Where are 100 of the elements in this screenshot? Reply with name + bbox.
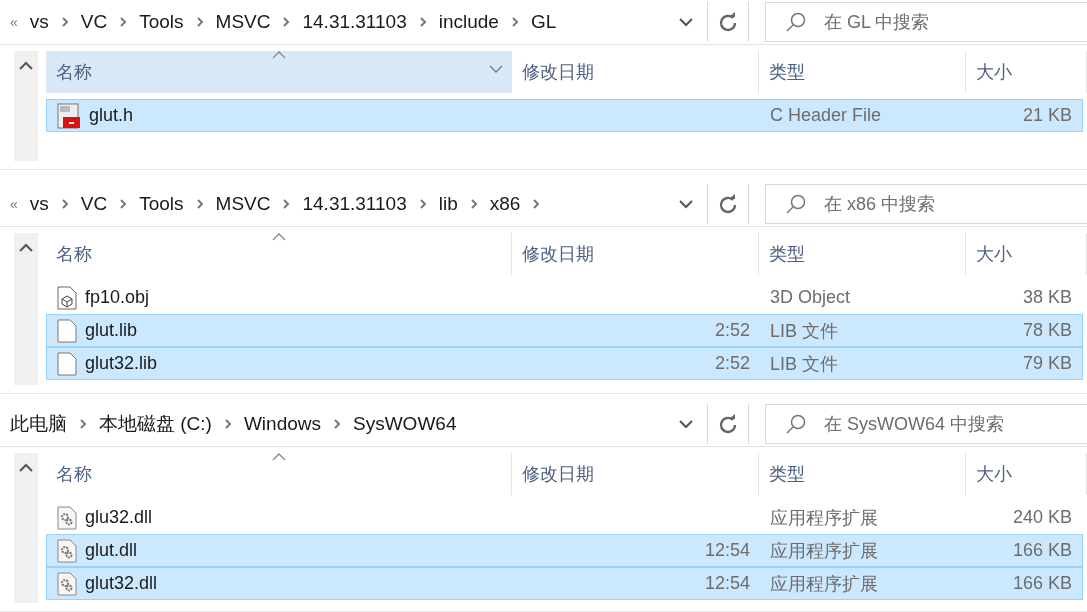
scroll-up-icon[interactable] xyxy=(19,463,33,473)
type-cell-text: LIB 文件 xyxy=(770,352,839,376)
chevron-right-icon xyxy=(119,198,128,211)
breadcrumb-item[interactable]: vs xyxy=(29,193,49,216)
type-cell: C Header File xyxy=(770,105,882,126)
gear-file-icon xyxy=(57,571,77,596)
file-row[interactable]: glut.lib 2:52 LIB 文件 78 KB xyxy=(46,314,1083,348)
refresh-icon xyxy=(718,194,738,215)
chevron-right-icon xyxy=(223,418,232,431)
chevron-right-icon xyxy=(195,198,204,211)
type-cell-text: 应用程序扩展 xyxy=(770,572,878,596)
column-header[interactable]: 名称 xyxy=(46,233,512,276)
file-row[interactable]: glu32.dll 应用程序扩展 240 KB xyxy=(46,501,1083,535)
chevron-down-icon xyxy=(679,419,693,429)
column-header[interactable]: 类型 xyxy=(759,453,966,496)
address-bar[interactable]: 此电脑 本地磁盘 (C:) Windows SysWOW64 xyxy=(0,404,708,445)
chevron-right-icon xyxy=(60,198,69,211)
chevron-right-icon xyxy=(195,16,204,28)
address-bar[interactable]: « vs VC Tools MSVC 14.31.31103 include GL xyxy=(0,2,708,42)
breadcrumb-item[interactable]: MSVC xyxy=(215,11,271,33)
column-header[interactable]: 大小 xyxy=(966,453,1087,496)
date-cell: 2:52 xyxy=(714,353,750,375)
breadcrumb-item[interactable]: vs xyxy=(29,11,49,33)
breadcrumb-item[interactable]: SysWOW64 xyxy=(353,413,457,436)
breadcrumb-item[interactable]: Tools xyxy=(139,193,184,216)
column-header[interactable]: 大小 xyxy=(966,233,1087,276)
column-header[interactable]: 修改日期 xyxy=(512,233,759,276)
chevron-right-icon xyxy=(60,16,69,28)
type-cell-text: 应用程序扩展 xyxy=(770,506,878,530)
date-cell: 2:52 xyxy=(714,320,750,342)
file-row[interactable]: fp10.obj 3D Object 38 KB xyxy=(46,281,1083,315)
chevron-right-icon xyxy=(79,418,87,431)
column-header[interactable]: 类型 xyxy=(759,233,966,276)
cube-file-icon xyxy=(57,285,77,310)
search-field[interactable]: 在 GL 中搜索 xyxy=(765,2,1087,42)
date-cell: 12:54 xyxy=(704,573,750,595)
breadcrumb-item[interactable]: 本地磁盘 (C:) xyxy=(99,411,212,438)
breadcrumb-item[interactable]: MSVC xyxy=(215,193,271,216)
scroll-up-icon[interactable] xyxy=(19,243,33,253)
breadcrumb-item[interactable]: VC xyxy=(80,11,108,33)
breadcrumb-item[interactable]: 14.31.31103 xyxy=(302,11,407,33)
sort-caret-icon xyxy=(271,233,286,242)
file-row[interactable]: glut32.lib 2:52 LIB 文件 79 KB xyxy=(46,347,1083,381)
breadcrumb-item[interactable]: Tools xyxy=(139,11,184,33)
file-name: glut.lib xyxy=(85,320,138,342)
chevron-right-icon xyxy=(333,418,341,431)
breadcrumb-item[interactable]: lib xyxy=(438,193,458,216)
breadcrumb-item[interactable]: 此电脑 xyxy=(10,411,67,438)
file-row[interactable]: glut.dll 12:54 应用程序扩展 166 KB xyxy=(46,534,1083,568)
chevron-down-icon xyxy=(679,199,693,209)
chevron-right-icon xyxy=(469,198,478,211)
search-field[interactable]: 在 x86 中搜索 xyxy=(765,184,1087,225)
breadcrumb-item[interactable]: GL xyxy=(530,11,557,33)
scroll-up-icon[interactable] xyxy=(19,61,33,70)
file-row[interactable]: glut32.dll 12:54 应用程序扩展 166 KB xyxy=(46,567,1083,601)
file-name: glut.h xyxy=(89,105,134,126)
type-cell-text: LIB 文件 xyxy=(770,319,839,343)
refresh-icon xyxy=(718,414,738,435)
gear-file-icon xyxy=(57,538,77,563)
column-header[interactable]: 名称 xyxy=(46,51,512,93)
breadcrumb-item[interactable]: Windows xyxy=(243,413,321,436)
chevron-right-icon xyxy=(532,198,541,211)
refresh-icon xyxy=(718,12,738,32)
history-chevron[interactable]: « xyxy=(10,196,18,213)
chevron-right-icon xyxy=(282,16,291,28)
file-icon xyxy=(57,351,77,376)
chevron-right-icon xyxy=(418,16,427,28)
search-icon xyxy=(785,11,807,33)
sort-caret-icon xyxy=(271,453,286,462)
breadcrumb-item[interactable]: x86 xyxy=(489,193,521,216)
search-icon xyxy=(785,193,807,216)
column-header[interactable]: 名称 xyxy=(46,453,512,496)
header-file-icon xyxy=(57,102,81,129)
sort-caret-icon xyxy=(271,51,286,59)
file-name: fp10.obj xyxy=(85,287,150,309)
column-header[interactable]: 类型 xyxy=(759,51,966,93)
column-dropdown-icon[interactable] xyxy=(489,65,503,74)
size-cell: 78 KB xyxy=(1022,320,1072,342)
file-name: glu32.dll xyxy=(85,507,153,529)
chevron-right-icon xyxy=(418,198,427,211)
size-cell: 166 KB xyxy=(1012,573,1072,595)
column-header[interactable]: 修改日期 xyxy=(512,51,759,93)
size-cell: 166 KB xyxy=(1012,540,1072,562)
breadcrumb-item[interactable]: 14.31.31103 xyxy=(302,193,407,216)
chevron-right-icon xyxy=(282,198,291,211)
column-header[interactable]: 修改日期 xyxy=(512,453,759,496)
file-icon xyxy=(57,318,77,343)
gear-file-icon xyxy=(57,505,77,530)
type-cell-text: 应用程序扩展 xyxy=(770,539,878,563)
file-name: glut.dll xyxy=(85,540,138,562)
breadcrumb-item[interactable]: include xyxy=(438,11,499,33)
search-field[interactable]: 在 SysWOW64 中搜索 xyxy=(765,404,1087,445)
address-bar[interactable]: « vs VC Tools MSVC 14.31.31103 lib x86 xyxy=(0,184,708,225)
chevron-right-icon xyxy=(510,16,519,28)
breadcrumb-item[interactable]: VC xyxy=(80,193,108,216)
history-chevron[interactable]: « xyxy=(10,14,18,30)
search-icon xyxy=(785,413,807,436)
file-name: glut32.dll xyxy=(85,573,158,595)
column-header[interactable]: 大小 xyxy=(966,51,1087,93)
file-row[interactable]: glut.h C Header File 21 KB xyxy=(46,99,1083,132)
